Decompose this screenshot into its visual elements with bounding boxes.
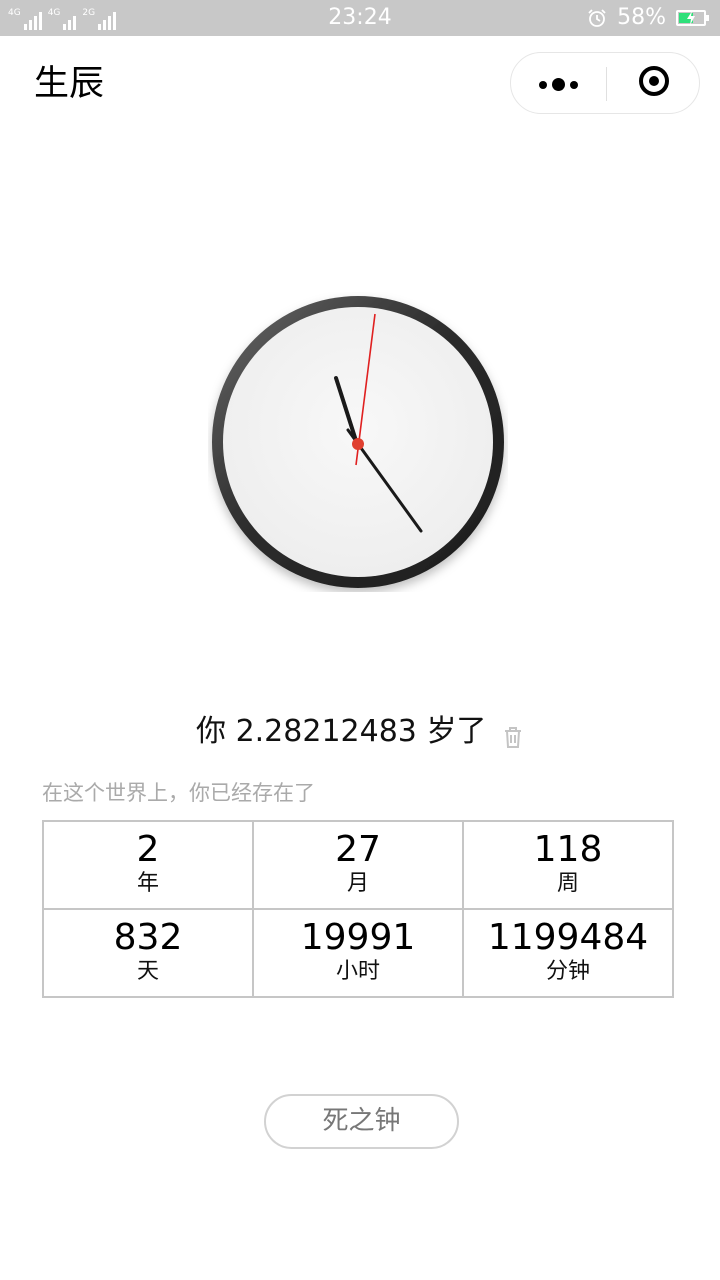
age-suffix: 岁了 (426, 714, 487, 749)
existence-caption: 在这个世界上，你已经存在了 (42, 781, 315, 805)
more-button[interactable] (511, 53, 606, 115)
trash-icon[interactable] (502, 725, 524, 749)
stat-unit: 小时 (335, 959, 380, 984)
stat-unit: 分钟 (545, 959, 590, 984)
clock-center-cap (352, 438, 364, 450)
alarm-clock-icon (588, 8, 606, 27)
age-prefix: 你 (196, 714, 227, 749)
mini-program-capsule (510, 52, 700, 114)
navigation-bar: 生辰 (0, 36, 720, 132)
charging-bolt-icon (687, 10, 695, 25)
status-right-group: 58% (587, 5, 709, 30)
stat-unit: 月 (346, 871, 369, 896)
age-display: 你 2.28212483 岁了 (0, 708, 720, 756)
status-bar: 4G 4G 2G 23:24 58% (0, 0, 720, 36)
stat-months: 27 月 (252, 820, 464, 910)
stat-value: 19991 (300, 917, 416, 958)
age-value: 2.28212483 (235, 714, 417, 749)
stat-value: 2 (136, 829, 160, 870)
stat-value: 118 (533, 829, 603, 870)
target-close-icon (639, 66, 669, 96)
page-title: 生辰 (34, 64, 105, 104)
death-clock-button[interactable]: 死之钟 (264, 1094, 459, 1149)
battery-icon (676, 9, 709, 26)
stat-weeks: 118 周 (462, 820, 674, 910)
stat-days: 832 天 (42, 908, 254, 998)
stat-unit: 周 (556, 871, 579, 896)
stat-value: 832 (113, 917, 183, 958)
time-lived-grid: 2 年 27 月 118 周 832 天 19991 小时 1199484 分钟 (42, 820, 674, 998)
stat-hours: 19991 小时 (252, 908, 464, 998)
stat-minutes: 1199484 分钟 (462, 908, 674, 998)
stat-value: 27 (335, 829, 381, 870)
battery-percent: 58% (617, 5, 666, 30)
stat-unit: 年 (136, 871, 159, 896)
stat-years: 2 年 (42, 820, 254, 910)
analog-clock (212, 296, 504, 588)
stat-value: 1199484 (487, 917, 649, 958)
stat-unit: 天 (136, 959, 159, 984)
close-button[interactable] (607, 53, 701, 115)
